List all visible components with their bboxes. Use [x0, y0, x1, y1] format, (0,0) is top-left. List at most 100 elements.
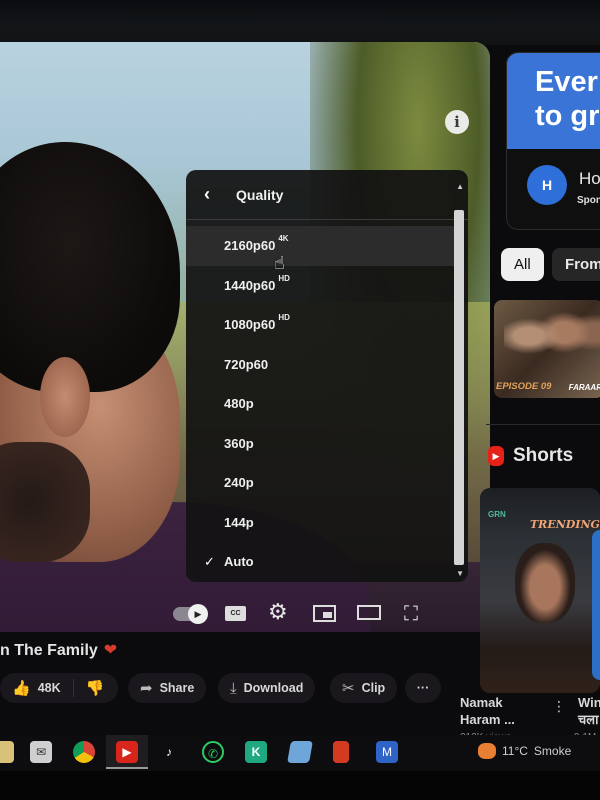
video-title: n The Family ❤: [0, 640, 117, 660]
quality-option-480p[interactable]: 480p: [186, 384, 426, 424]
app-m-icon[interactable]: M: [376, 741, 398, 763]
short-title-2[interactable]: Win चला: [578, 694, 600, 728]
like-divider: [73, 679, 74, 697]
autoplay-play-icon: ▶: [188, 604, 208, 624]
sponsored-ad-card[interactable]: Ever to gr H Ho Spon: [506, 52, 600, 230]
chrome-icon[interactable]: [73, 741, 95, 763]
ad-banner: Ever to gr: [507, 53, 600, 149]
shorts-header: ▶ Shorts: [488, 445, 573, 467]
video-frame-person-beard: [0, 442, 90, 562]
theater-mode-icon[interactable]: [357, 605, 381, 620]
info-icon[interactable]: i: [445, 110, 469, 134]
notes-icon[interactable]: [287, 741, 313, 763]
short-menu-icon[interactable]: ⋮: [552, 698, 566, 715]
weather-icon: [478, 743, 496, 759]
quality-option-1080p60[interactable]: 1080p60 HD: [186, 305, 426, 345]
like-count[interactable]: 48K: [38, 681, 61, 695]
hand-cursor-icon: ☝: [274, 253, 285, 273]
like-dislike-group: 👍 48K 👎: [0, 673, 118, 703]
quality-badge: HD: [278, 273, 290, 283]
scroll-up-arrow-icon[interactable]: ▲: [456, 182, 464, 191]
download-button[interactable]: ⤓ Download: [218, 673, 316, 703]
weather-condition: Smoke: [533, 744, 572, 758]
quality-menu-title: Quality: [236, 186, 284, 203]
more-actions-button[interactable]: ···: [405, 673, 441, 703]
fullscreen-icon[interactable]: ⛶: [404, 603, 418, 626]
share-button[interactable]: ➦ Share: [128, 673, 207, 703]
episode-label: EPISODE 09: [496, 381, 552, 392]
miniplayer-icon[interactable]: [313, 605, 336, 622]
short-title-2-line1: Win: [578, 695, 600, 710]
ad-headline-line2: to gr: [535, 100, 600, 132]
heart-icon: ❤: [103, 642, 118, 659]
back-chevron-icon[interactable]: ‹: [204, 184, 236, 205]
sidebar-divider: [486, 424, 600, 425]
thumbs-down-icon[interactable]: 👎: [86, 679, 105, 697]
checkmark-icon: ✓: [204, 553, 215, 569]
quality-option-label: 240p: [224, 475, 254, 491]
mail-icon[interactable]: ✉: [30, 741, 52, 763]
quality-option-240p[interactable]: 240p: [186, 463, 426, 503]
quality-option-label: 2160p60: [224, 238, 276, 254]
captions-button[interactable]: CC: [225, 606, 246, 621]
quality-option-label: 360p: [224, 435, 254, 451]
whatsapp-icon[interactable]: ✆: [202, 741, 224, 763]
thumbnail-image: [504, 308, 600, 378]
quality-option-label: Auto: [224, 554, 254, 570]
youtube-icon[interactable]: ▶: [116, 741, 138, 763]
share-label: Share: [159, 681, 195, 695]
short-thumbnail[interactable]: GRN TRENDING: [480, 488, 600, 693]
download-label: Download: [243, 681, 304, 695]
quality-options-list: 2160p60 4K 1440p60 HD 1080p60 HD 720p60 480…: [186, 220, 468, 582]
video-actions: 👍 48K 👎 ➦ Share ⤓ Download ✂ Clip ···: [0, 670, 460, 706]
quality-option-auto[interactable]: ✓ Auto: [186, 542, 426, 582]
clip-button[interactable]: ✂ Clip: [330, 673, 398, 703]
quality-option-2160p60[interactable]: 2160p60 4K: [186, 226, 456, 266]
recommended-video-thumbnail[interactable]: EPISODE 09 FARAAR: [494, 300, 600, 398]
short-title[interactable]: Namak Haram ...: [460, 694, 530, 728]
quality-option-1440p60[interactable]: 1440p60 HD: [186, 266, 426, 306]
scroll-down-arrow-icon[interactable]: ▼: [456, 569, 464, 578]
settings-gear-icon[interactable]: ⚙: [268, 599, 288, 625]
screen-top-bezel: [0, 0, 600, 45]
video-frame-person-hair: [0, 142, 180, 392]
thumbs-up-icon[interactable]: 👍: [12, 679, 31, 697]
quality-option-label: 1080p60: [224, 317, 276, 333]
quality-badge: HD: [278, 313, 290, 323]
short-brand-label: GRN: [488, 510, 506, 519]
office-icon[interactable]: [333, 741, 349, 763]
sponsored-label: Spon: [577, 195, 600, 206]
chip-all[interactable]: All: [501, 248, 544, 281]
shorts-logo-icon: ▶: [488, 446, 504, 466]
video-title-text: n The Family: [0, 642, 98, 659]
tiktok-icon[interactable]: ♪: [158, 741, 180, 763]
advertiser-name: Ho: [579, 169, 600, 188]
quality-menu-scrollbar[interactable]: [454, 210, 464, 565]
short-title-line1: Namak: [460, 695, 503, 710]
shorts-title: Shorts: [513, 445, 574, 466]
kucoin-icon[interactable]: K: [245, 741, 267, 763]
quality-menu-header[interactable]: ‹ Quality: [186, 170, 468, 220]
weather-temp: 11°C: [502, 744, 528, 758]
advertiser-logo: H: [527, 165, 567, 205]
player-controls: ▶ CC ⚙ ⛶: [0, 595, 450, 635]
video-frame-person-ear: [40, 357, 90, 437]
short-thumbnail-image: [515, 543, 575, 623]
short-title-line2: Haram ...: [460, 712, 515, 727]
quality-option-label: 720p60: [224, 356, 269, 372]
short-title-2-line2: चला: [578, 712, 599, 727]
quality-option-360p[interactable]: 360p: [186, 424, 426, 464]
file-explorer-icon[interactable]: [0, 741, 14, 763]
weather-widget[interactable]: 11°C Smoke: [478, 743, 571, 759]
short-trending-label: TRENDING: [530, 518, 600, 531]
taskbar: ✉ ▶ ♪ ✆ K M 11°C Smoke: [0, 735, 600, 771]
quality-option-label: 1440p60: [224, 277, 276, 293]
short-thumbnail-2[interactable]: [592, 530, 600, 680]
chip-from[interactable]: From: [552, 248, 600, 281]
clip-label: Clip: [361, 681, 386, 695]
quality-option-720p60[interactable]: 720p60: [186, 345, 426, 385]
screen-bottom-bezel: [0, 771, 600, 800]
quality-option-144p[interactable]: 144p: [186, 503, 426, 543]
autoplay-toggle[interactable]: ▶: [173, 604, 208, 624]
more-dots-icon: ···: [416, 681, 430, 695]
